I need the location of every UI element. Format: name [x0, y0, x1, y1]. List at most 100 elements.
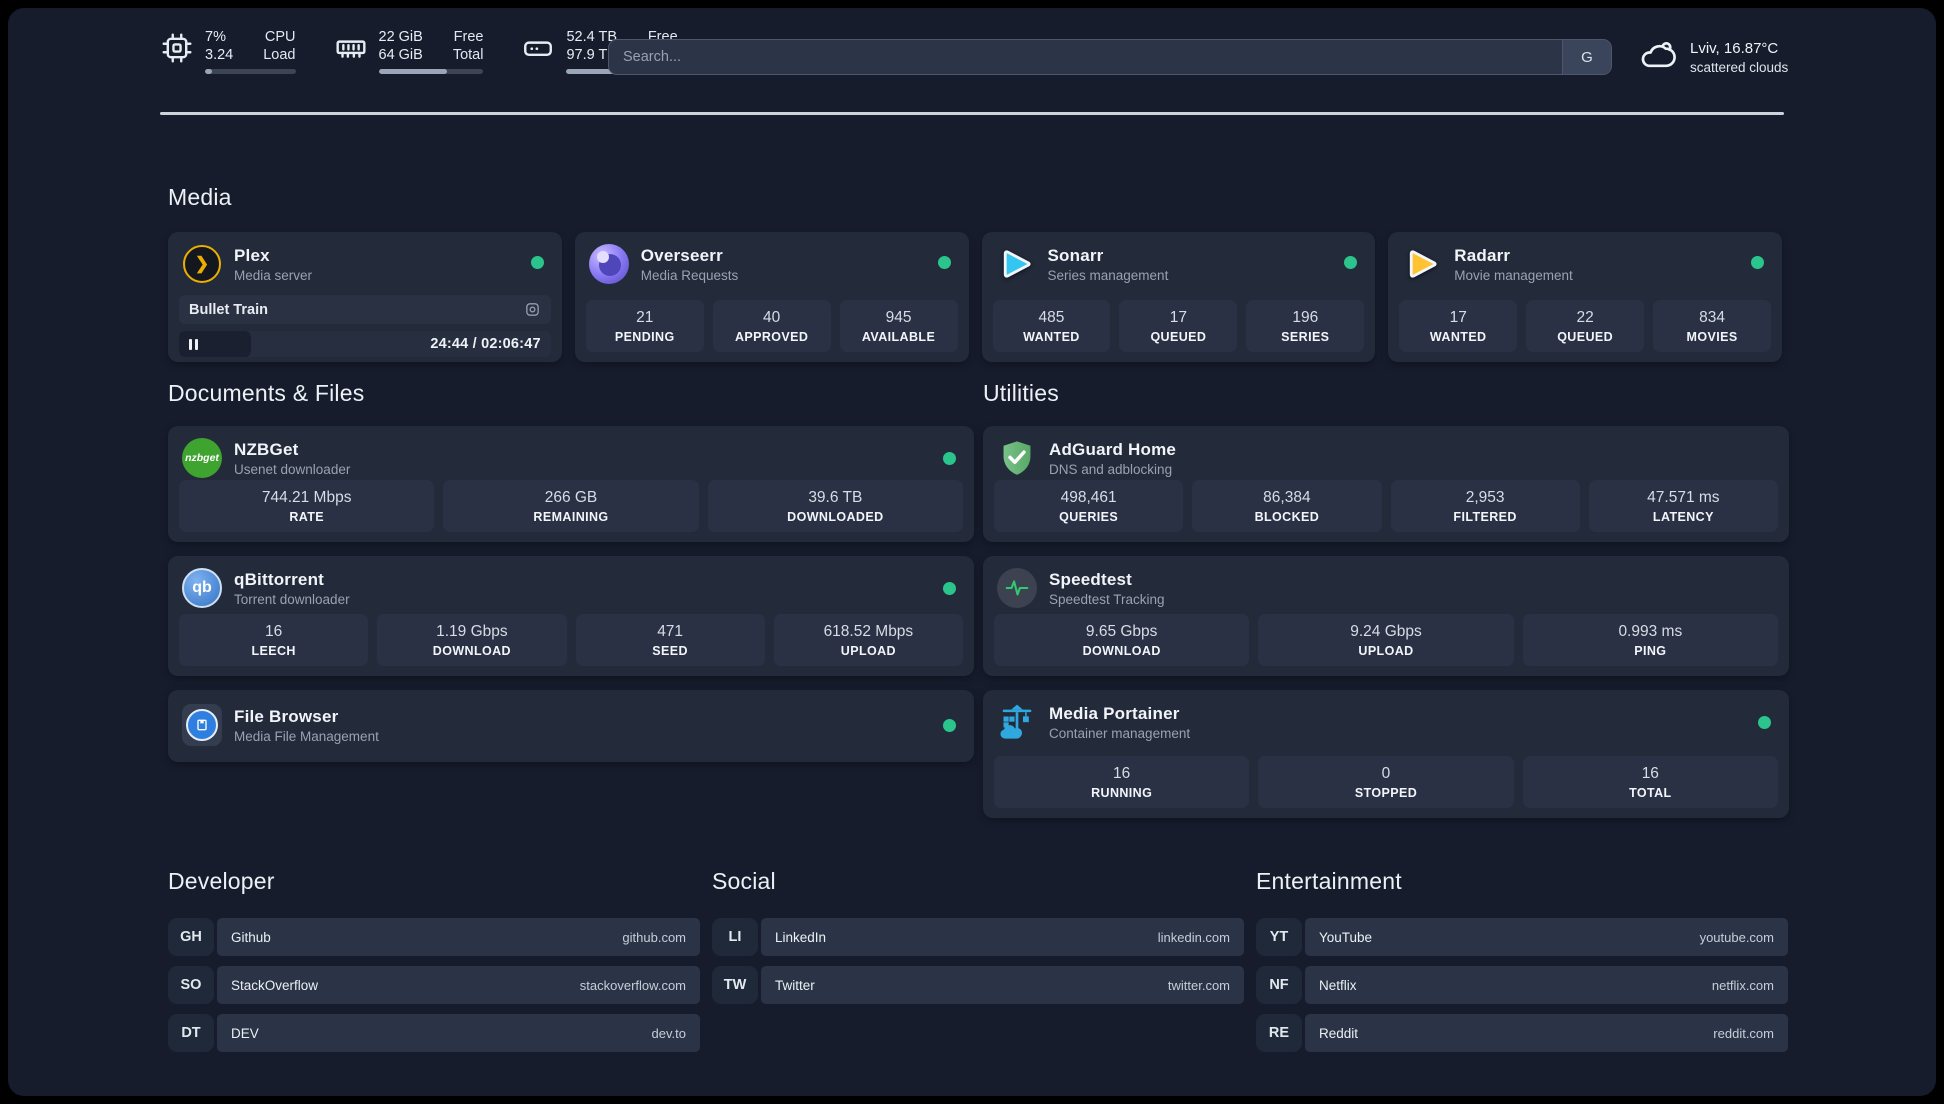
bookmark-netflix[interactable]: NF Netflix netflix.com	[1256, 966, 1788, 1004]
app-subtitle: Media server	[234, 267, 313, 283]
stat-tile: 0.993 ms PING	[1522, 614, 1778, 666]
stat-tile: 86,384 BLOCKED	[1192, 480, 1382, 532]
bookmark-name: StackOverflow	[231, 977, 319, 993]
portainer-card[interactable]: Media Portainer Container management 16 R…	[983, 690, 1789, 818]
weather-location: Lviv, 16.87°C	[1690, 39, 1779, 57]
app-subtitle: Container management	[1049, 725, 1191, 741]
stat-tile: 498,461 QUERIES	[994, 480, 1184, 532]
system-stats: 7% 3.24 CPU Load 22 GiB 64 GiB Free Tota…	[160, 28, 678, 74]
status-dot	[1751, 256, 1764, 269]
qbittorrent-icon: qb	[182, 568, 222, 608]
app-title: File Browser	[234, 706, 339, 726]
bookmark-abbr: LI	[712, 918, 758, 956]
adguard-card[interactable]: AdGuard Home DNS and adblocking 498,461 Q…	[983, 426, 1789, 542]
stat-label: SERIES	[1281, 329, 1330, 344]
search-bar: G	[608, 39, 1612, 75]
stat-value: 16	[1113, 764, 1131, 782]
pause-button[interactable]	[179, 331, 252, 357]
bookmark-url: youtube.com	[1699, 929, 1774, 945]
bookmark-stackoverflow[interactable]: SO StackOverflow stackoverflow.com	[168, 966, 700, 1004]
bookmark-abbr: NF	[1256, 966, 1302, 1004]
stat-label: WANTED	[1023, 329, 1080, 344]
app-title: Media Portainer	[1049, 703, 1180, 723]
stat-label: PENDING	[614, 329, 675, 344]
bookmark-reddit[interactable]: RE Reddit reddit.com	[1256, 1014, 1788, 1052]
bookmark-github[interactable]: GH Github github.com	[168, 918, 700, 956]
stat-label: BLOCKED	[1254, 509, 1320, 524]
stat-tile: 22 QUEUED	[1526, 300, 1645, 352]
app-title: Speedtest	[1049, 569, 1133, 589]
stat-label: UPLOAD	[1358, 643, 1414, 658]
stat-tile: 9.24 Gbps UPLOAD	[1258, 614, 1514, 666]
section-title-entertainment: Entertainment	[1256, 868, 1402, 894]
app-title: qBittorrent	[234, 569, 325, 589]
memory-free-label: Free	[453, 29, 484, 45]
stat-tile: 16 RUNNING	[994, 756, 1250, 808]
section-title-developer: Developer	[168, 868, 275, 894]
stat-value: 2,953	[1465, 488, 1505, 506]
playback-progress-bar[interactable]: 24:44 / 02:06:47	[179, 331, 551, 357]
stat-tile: 16 LEECH	[179, 614, 369, 666]
status-dot	[937, 256, 951, 269]
memory-free-value: 22 GiB	[378, 29, 423, 45]
status-dot	[1344, 256, 1358, 269]
memory-progress-bar	[378, 69, 484, 74]
cpu-load-value: 3.24	[205, 47, 234, 63]
cpu-load-label: Load	[263, 47, 296, 63]
qbittorrent-card[interactable]: qb qBittorrent Torrent downloader 16 LEEC…	[168, 556, 974, 676]
portainer-icon	[997, 702, 1037, 742]
search-input[interactable]	[609, 40, 1562, 74]
bookmark-linkedin[interactable]: LI LinkedIn linkedin.com	[712, 918, 1244, 956]
bookmark-abbr: RE	[1256, 1014, 1302, 1052]
stat-value: 1.19 Gbps	[436, 622, 508, 640]
stat-tile: 16 TOTAL	[1522, 756, 1778, 808]
ram-icon	[334, 31, 368, 65]
radarr-card[interactable]: Radarr Movie management 17 WANTED 22 QUEUE…	[1388, 232, 1782, 362]
bookmark-abbr: TW	[712, 966, 758, 1004]
search-engine-button[interactable]: G	[1562, 40, 1611, 74]
camera-icon[interactable]	[524, 301, 541, 318]
now-playing-title: Bullet Train	[189, 301, 268, 318]
stat-tile: 39.6 TB DOWNLOADED	[707, 480, 963, 532]
stat-label: LATENCY	[1652, 509, 1714, 524]
stat-value: 498,461	[1060, 488, 1117, 506]
plex-card[interactable]: ❯ Plex Media server Bullet Train 24:44 /…	[168, 232, 562, 362]
speedtest-card[interactable]: Speedtest Speedtest Tracking 9.65 Gbps DO…	[983, 556, 1789, 676]
entertainment-links: YT YouTube youtube.com NF Netflix netflix.…	[1256, 918, 1788, 1062]
stat-tile: 266 GB REMAINING	[443, 480, 699, 532]
stat-value: 618.52 Mbps	[823, 622, 914, 640]
overseerr-card[interactable]: Overseerr Media Requests 21 PENDING 40 APP…	[574, 232, 969, 362]
bookmark-url: reddit.com	[1713, 1025, 1774, 1041]
app-subtitle: Media Requests	[640, 267, 739, 283]
filebrowser-card[interactable]: File Browser Media File Management	[168, 690, 974, 762]
stat-label: UPLOAD	[840, 643, 896, 658]
stat-tile: 21 PENDING	[585, 300, 704, 352]
stat-label: REMAINING	[533, 509, 609, 524]
app-title: Plex	[234, 245, 270, 265]
cloud-icon	[1638, 35, 1678, 80]
bookmark-dev[interactable]: DT DEV dev.to	[168, 1014, 700, 1052]
stat-label: LEECH	[251, 643, 296, 658]
cpu-usage-value: 7%	[205, 29, 226, 45]
developer-links: GH Github github.com SO StackOverflow stac…	[168, 918, 700, 1062]
sonarr-card[interactable]: Sonarr Series management 485 WANTED 17 QUE…	[981, 232, 1376, 362]
speedtest-icon	[997, 568, 1037, 608]
status-dot	[943, 582, 956, 595]
stat-tile: 485 WANTED	[992, 300, 1111, 352]
nzbget-card[interactable]: nzbget NZBGet Usenet downloader 744.21 M…	[168, 426, 974, 542]
stat-label: DOWNLOAD	[1082, 643, 1161, 658]
bookmark-twitter[interactable]: TW Twitter twitter.com	[712, 966, 1244, 1004]
cpu-progress-bar	[205, 69, 296, 74]
stat-value: 266 GB	[544, 488, 598, 506]
sonarr-icon	[996, 244, 1036, 284]
memory-total-label: Total	[452, 47, 484, 63]
stat-value: 16	[265, 622, 283, 640]
section-title-social: Social	[712, 868, 776, 894]
plex-icon: ❯	[182, 244, 222, 284]
stat-value: 22	[1576, 308, 1594, 326]
bookmark-name: Github	[231, 929, 271, 945]
stat-tile: 2,953 FILTERED	[1390, 480, 1580, 532]
status-dot	[1758, 716, 1771, 729]
bookmark-youtube[interactable]: YT YouTube youtube.com	[1256, 918, 1788, 956]
stat-label: AVAILABLE	[861, 329, 936, 344]
